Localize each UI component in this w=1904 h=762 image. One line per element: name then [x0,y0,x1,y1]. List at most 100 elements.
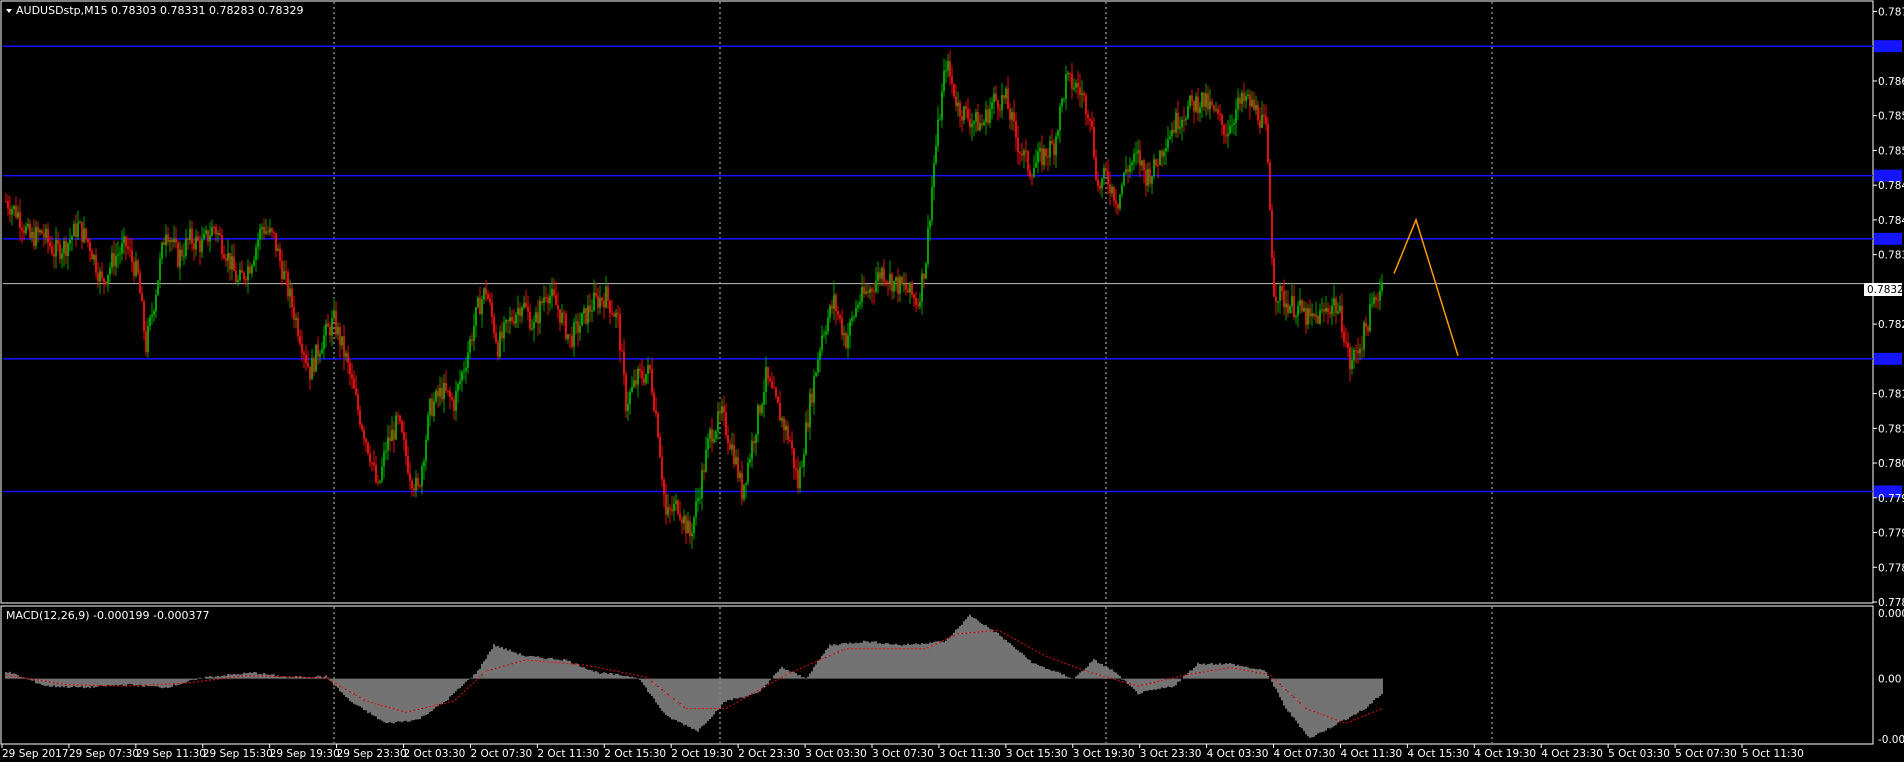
candle-body [309,366,311,380]
candle-body [1263,114,1265,117]
candle-body [1091,120,1093,127]
candle-body [431,398,433,416]
candle-body [669,507,671,510]
time-tick-label: 29 Sep 23:30 [337,748,407,760]
candle-body [279,248,281,262]
candle-body [987,109,989,123]
candle-body [175,238,177,243]
dropdown-triangle-icon[interactable] [6,9,12,13]
candle-body [533,322,535,329]
candle-body [1013,112,1015,122]
candle-body [1309,308,1311,317]
candle-body [259,228,261,240]
candle-body [327,323,329,327]
candle-body [887,282,889,284]
candle-body [633,380,635,387]
candle-body [491,302,493,317]
candle-body [1217,109,1219,114]
chart-canvas[interactable]: 0.78760 0.78650 0.78595 0.78540 0.78485 0.784… [0,0,1904,762]
candle-body [959,102,961,117]
candle-body [303,352,305,355]
candle-body [1247,94,1249,97]
candle-body [637,368,639,385]
candle-body [477,297,479,308]
candle-body [391,430,393,442]
candle-body [191,228,193,244]
candle-body [811,393,813,403]
candle-body [253,260,255,266]
candle-body [247,266,249,281]
candle-body [609,300,611,313]
candle-body [1139,150,1141,166]
main-price-panel[interactable] [0,0,1874,604]
candle-body [817,359,819,373]
time-tick-label: 5 Oct 03:30 [1608,748,1670,760]
candle-body [1127,169,1129,172]
candle-body [1047,156,1049,158]
level-tag-0 [1874,40,1902,53]
candle-body [205,230,207,234]
candle-body [535,312,537,323]
candle-body [1319,310,1321,324]
candle-body [649,365,651,370]
trading-chart[interactable]: 0.78760 0.78650 0.78595 0.78540 0.78485 0.784… [0,0,1904,762]
candle-body [215,227,217,235]
candle-body [833,294,835,309]
candle-body [13,205,15,210]
candle-body [813,376,815,403]
candle-body [603,300,605,308]
candle-body [1307,308,1309,325]
candle-body [751,441,753,460]
candle-body [1023,150,1025,156]
candle-body [869,288,871,293]
candle-body [487,294,489,300]
candle-body [173,238,175,243]
candle-body [17,212,19,218]
candle-body [7,201,9,209]
candle-body [301,343,303,353]
price-tick-label: 0.78485 [1878,180,1904,192]
candle-body [1131,162,1133,166]
candle-body [713,438,715,443]
time-tick-label: 4 Oct 23:30 [1541,748,1603,760]
candle-body [581,313,583,326]
candle-body [1341,305,1343,332]
candle-body [503,322,505,339]
candle-body [447,390,449,392]
time-grid [333,2,1493,743]
candle-body [505,320,507,323]
candle-body [363,429,365,439]
candle-body [203,233,205,240]
candle-body [219,233,221,236]
candle-body [201,239,203,253]
candle-body [661,457,663,480]
candle-body [109,267,111,275]
candle-body [1003,95,1005,99]
candle-body [917,304,919,307]
candle-body [1267,123,1269,163]
candle-body [1181,119,1183,127]
candle-body [851,317,853,322]
candle-body [673,503,675,512]
candle-body [579,325,581,333]
time-tick-label: 3 Oct 11:30 [939,748,1001,760]
candle-body [1289,306,1291,314]
price-tick-label: 0.78650 [1878,76,1904,88]
time-tick-label: 3 Oct 15:30 [1006,748,1068,760]
candle-body [263,226,265,234]
price-tick-label: 0.78760 [1878,6,1904,18]
current-price-label: 0.78329 [1867,284,1904,296]
price-tick-label: 0.78265 [1878,319,1904,331]
candle-body [287,272,289,297]
candle-body [325,323,327,336]
candle-body [1359,348,1361,354]
candle-body [779,403,781,421]
candle-body [819,350,821,360]
candle-body [829,305,831,318]
candle-body [683,516,685,524]
price-tick-label: 0.77935 [1878,528,1904,540]
candle-body [1303,307,1305,312]
projection[interactable] [1393,217,1459,356]
macd-panel[interactable] [0,605,1874,745]
candle-body [1367,326,1369,332]
